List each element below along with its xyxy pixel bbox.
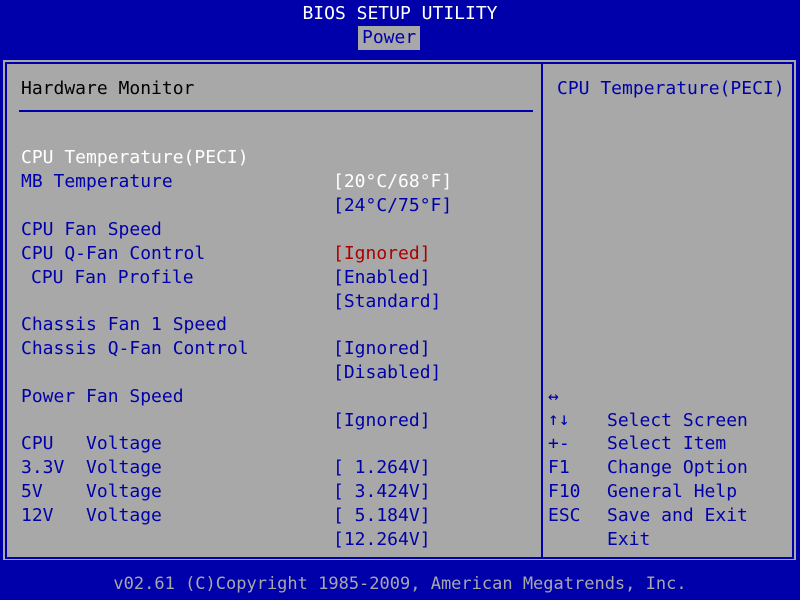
setting-cpu-fan-profile[interactable]: CPU Fan Profile [Standard] bbox=[7, 242, 441, 312]
setting-cpu-voltage[interactable]: CPU Voltage [ 1.264V] bbox=[7, 408, 431, 478]
help-title: CPU Temperature(PECI) bbox=[557, 78, 785, 99]
key-description: General Help bbox=[607, 481, 738, 502]
bios-title-bar: BIOS SETUP UTILITY bbox=[0, 0, 800, 26]
key-description: Select Screen bbox=[607, 410, 748, 431]
help-panel: CPU Temperature(PECI) ↔ Select Screen ↑↓… bbox=[543, 62, 794, 559]
setting-value: [Ignored] bbox=[333, 410, 431, 431]
tab-power[interactable]: Power bbox=[358, 26, 421, 50]
key-hint-change-option: +- Change Option bbox=[543, 408, 748, 478]
setting-value: [Ignored] bbox=[333, 243, 431, 264]
title-divider bbox=[19, 110, 533, 112]
setting-5v-voltage[interactable]: 5V Voltage [ 5.184V] bbox=[7, 456, 431, 526]
setting-cpu-fan-speed[interactable]: CPU Fan Speed [Ignored] bbox=[7, 194, 431, 264]
setting-cpu-temperature[interactable]: CPU Temperature(PECI) [20°C/68°F] bbox=[7, 122, 452, 192]
setting-12v-voltage[interactable]: 12V Voltage [12.264V] bbox=[7, 480, 431, 550]
key-label: ESC bbox=[548, 505, 581, 526]
setting-mb-temperature[interactable]: MB Temperature [24°C/75°F] bbox=[7, 146, 452, 216]
setting-power-fan-speed[interactable]: Power Fan Speed [Ignored] bbox=[7, 361, 431, 431]
key-description: Change Option bbox=[607, 457, 748, 478]
key-hint-general-help: F1 General Help bbox=[543, 432, 737, 502]
setting-label: Chassis Q-Fan Control bbox=[21, 338, 249, 359]
setting-value: [20°C/68°F] bbox=[333, 171, 453, 192]
setting-label: 12V Voltage bbox=[21, 505, 162, 526]
setting-value: [12.264V] bbox=[333, 529, 431, 550]
setting-label: CPU Fan Profile bbox=[31, 267, 194, 288]
setting-value: [Disabled] bbox=[333, 362, 442, 383]
main-area: Hardware Monitor CPU Temperature(PECI) [… bbox=[3, 60, 796, 560]
key-hint-save-exit: F10 Save and Exit bbox=[543, 456, 748, 526]
setting-label: Power Fan Speed bbox=[21, 386, 184, 407]
setting-value: [ 1.264V] bbox=[333, 457, 431, 478]
setting-chassis-q-fan-control[interactable]: Chassis Q-Fan Control [Disabled] bbox=[7, 313, 441, 383]
key-description: Select Item bbox=[607, 433, 727, 454]
setting-value: [Standard] bbox=[333, 291, 442, 312]
key-description: Save and Exit bbox=[607, 505, 748, 526]
key-description: Exit bbox=[607, 529, 651, 550]
settings-panel: Hardware Monitor CPU Temperature(PECI) [… bbox=[5, 62, 543, 559]
setting-value: [ 5.184V] bbox=[333, 505, 431, 526]
copyright-text: v02.61 (C)Copyright 1985-2009, American … bbox=[113, 574, 687, 594]
key-hint-select-screen: ↔ Select Screen bbox=[543, 361, 748, 431]
key-hint-exit: ESC Exit bbox=[543, 480, 650, 550]
setting-label: MB Temperature bbox=[21, 171, 173, 192]
section-title: Hardware Monitor bbox=[21, 78, 195, 99]
setting-cpu-q-fan-control[interactable]: CPU Q-Fan Control [Enabled] bbox=[7, 218, 431, 288]
setting-3v3-voltage[interactable]: 3.3V Voltage [ 3.424V] bbox=[7, 432, 431, 502]
setting-value: [ 3.424V] bbox=[333, 481, 431, 502]
setting-value: [Enabled] bbox=[333, 267, 431, 288]
setting-value: [24°C/75°F] bbox=[333, 195, 453, 216]
tab-bar: Power bbox=[0, 26, 800, 50]
bios-title: BIOS SETUP UTILITY bbox=[302, 3, 498, 24]
setting-value: [Ignored] bbox=[333, 338, 431, 359]
key-hint-select-item: ↑↓ Select Item bbox=[543, 384, 726, 454]
copyright-footer: v02.61 (C)Copyright 1985-2009, American … bbox=[0, 570, 800, 600]
setting-chassis-fan-1-speed[interactable]: Chassis Fan 1 Speed [Ignored] bbox=[7, 289, 431, 359]
